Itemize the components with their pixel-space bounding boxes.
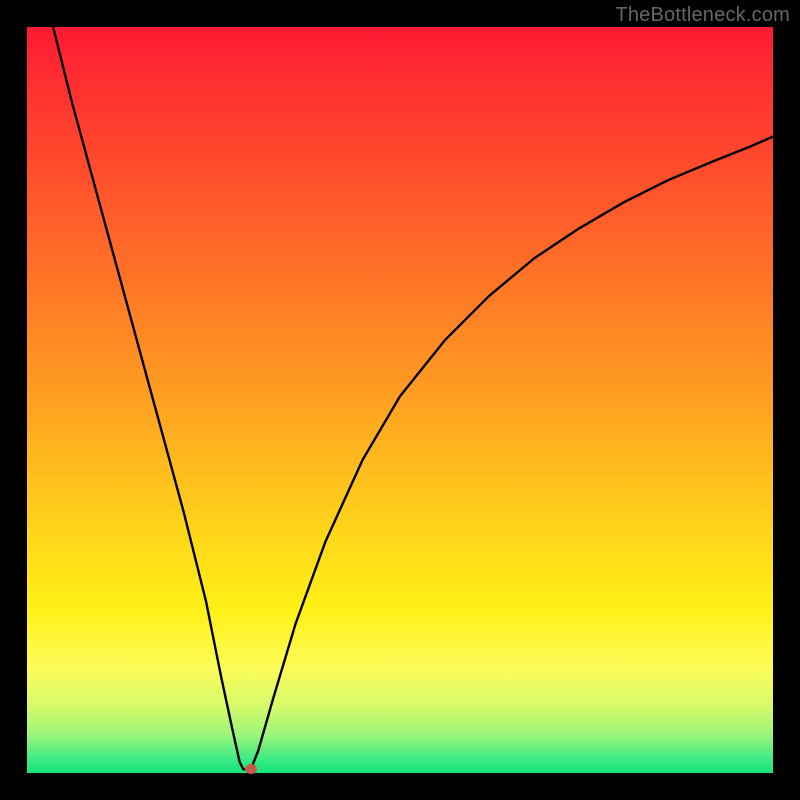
bottleneck-curve [53, 27, 773, 769]
plot-area [27, 27, 773, 773]
curve-svg [27, 27, 773, 773]
watermark-text: TheBottleneck.com [615, 4, 790, 27]
min-point-marker [245, 764, 257, 774]
chart-frame: TheBottleneck.com [0, 0, 800, 800]
